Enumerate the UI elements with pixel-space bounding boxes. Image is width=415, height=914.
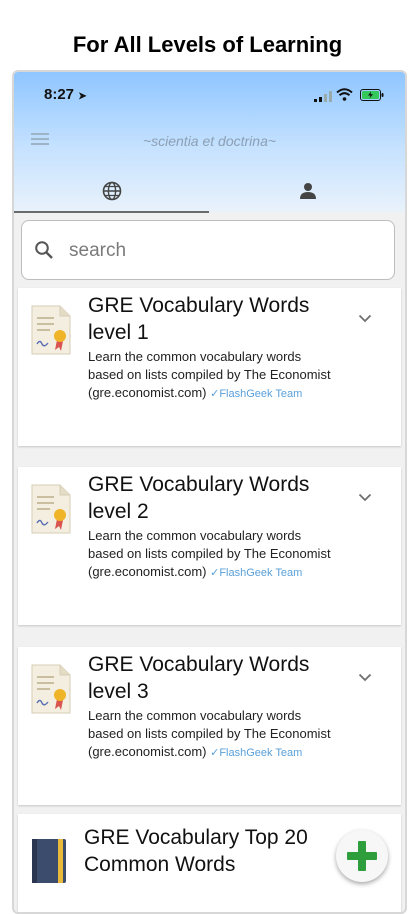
deck-card[interactable]: GRE Vocabulary Words level 3 Learn the c… (18, 647, 401, 805)
plus-icon (347, 841, 377, 871)
chevron-down-icon[interactable] (358, 493, 372, 502)
status-bar: 8:27 ➤ (14, 72, 405, 116)
notebook-icon (32, 839, 66, 883)
deck-card[interactable]: GRE Vocabulary Words level 2 Learn the c… (18, 467, 401, 625)
globe-icon (102, 181, 121, 201)
certificate-icon (31, 484, 71, 534)
chevron-down-icon[interactable] (358, 314, 372, 323)
wifi-icon (336, 88, 353, 101)
search-input[interactable] (67, 234, 371, 268)
chevron-down-icon[interactable] (358, 673, 372, 682)
certificate-icon (31, 305, 71, 355)
deck-description: Learn the common vocabulary words based … (88, 528, 331, 579)
battery-charging-icon (360, 89, 384, 101)
deck-title: GRE Vocabulary Top 20 Common Words (84, 826, 308, 876)
certificate-icon (31, 664, 71, 714)
app-title: ~scientia et doctrina~ (142, 133, 277, 149)
phone-screen: 8:27 ➤ ~scientia et doctrina~ search GRE… (12, 70, 407, 914)
active-tab-indicator (14, 211, 209, 213)
tab-bar (14, 170, 405, 212)
deck-title: GRE Vocabulary Words level 1 (88, 294, 310, 344)
deck-description: Learn the common vocabulary words based … (88, 708, 331, 759)
cellular-signal-icon (314, 91, 332, 102)
app-header: 8:27 ➤ ~scientia et doctrina~ (14, 72, 405, 213)
search-box[interactable] (21, 220, 395, 280)
deck-author[interactable]: ✓FlashGeek Team (210, 567, 302, 579)
status-time: 8:27 ➤ (44, 86, 87, 103)
promo-banner-title: For All Levels of Learning (72, 32, 343, 57)
search-icon (35, 241, 53, 259)
tab-my-account[interactable] (210, 170, 405, 212)
person-icon (299, 183, 316, 199)
tab-public-decks[interactable] (14, 170, 209, 212)
add-deck-button[interactable] (336, 830, 388, 882)
deck-title: GRE Vocabulary Words level 3 (88, 653, 310, 703)
deck-author[interactable]: ✓FlashGeek Team (210, 747, 302, 759)
deck-description: Learn the common vocabulary words based … (88, 349, 331, 400)
deck-title: GRE Vocabulary Words level 2 (88, 473, 310, 523)
deck-author[interactable]: ✓FlashGeek Team (210, 388, 302, 400)
deck-card[interactable]: GRE Vocabulary Words level 1 Learn the c… (18, 288, 401, 446)
location-arrow-icon: ➤ (78, 91, 87, 102)
